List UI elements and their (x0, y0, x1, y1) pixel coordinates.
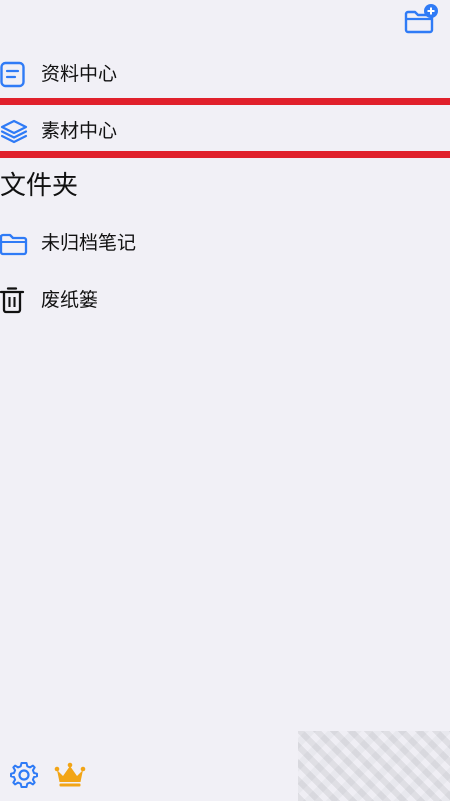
settings-button[interactable] (9, 760, 39, 790)
trash-icon (0, 286, 28, 314)
nav-item-label: 素材中心 (41, 120, 118, 142)
nav-item-resource-center[interactable]: 资料中心 (0, 49, 450, 99)
highlight-line-top (0, 98, 450, 105)
nav-item-material-center[interactable]: 素材中心 (0, 106, 450, 156)
folder-item-label: 废纸篓 (41, 289, 99, 311)
folder-item-trash[interactable]: 废纸篓 (0, 275, 450, 325)
new-folder-button[interactable] (403, 3, 439, 35)
highlight-line-bottom (0, 151, 450, 158)
folder-icon (0, 229, 28, 257)
folder-plus-icon (404, 4, 438, 34)
folder-item-label: 未归档笔记 (41, 232, 137, 254)
folder-item-unfiled-notes[interactable]: 未归档笔记 (0, 218, 450, 268)
watermark-overlay (298, 731, 450, 801)
document-list-icon (0, 60, 28, 88)
folders-section-title: 文件夹 (0, 171, 79, 201)
crown-icon (54, 762, 86, 787)
top-bar (0, 0, 450, 46)
premium-button[interactable] (54, 762, 86, 788)
layers-icon (0, 117, 28, 145)
nav-item-label: 资料中心 (41, 63, 118, 85)
gear-icon (10, 762, 38, 788)
